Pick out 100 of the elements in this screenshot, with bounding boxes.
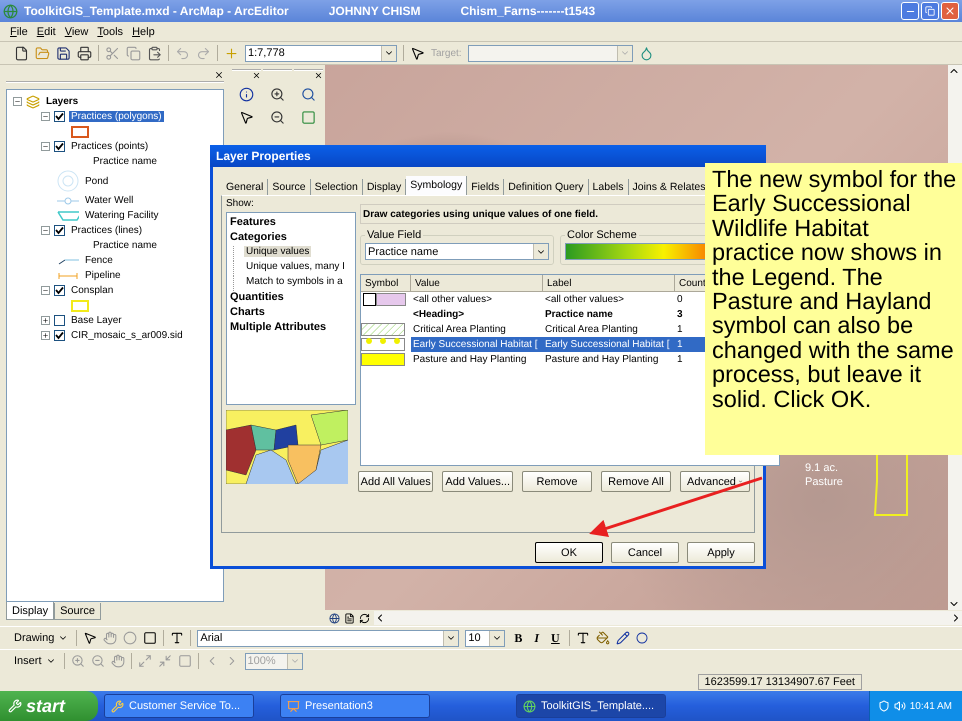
font-color-icon[interactable] [576, 631, 590, 645]
dialog-button[interactable]: Apply [687, 542, 755, 563]
close-button[interactable] [941, 2, 959, 20]
layer-item[interactable]: Practices (lines) [69, 225, 144, 236]
table-cell-text: <all other values> [544, 293, 625, 307]
shield-icon[interactable] [878, 700, 890, 712]
rectangle-icon[interactable] [143, 631, 158, 645]
taskbar-button[interactable]: Customer Service To... [104, 694, 254, 718]
tab[interactable]: Display [6, 602, 54, 620]
collapse-icon[interactable] [41, 142, 50, 151]
checkbox[interactable] [54, 111, 65, 122]
tab[interactable]: Fields [467, 179, 504, 195]
volume-icon[interactable] [894, 700, 906, 712]
globe-icon[interactable] [329, 612, 340, 624]
list-item[interactable]: Unique values [244, 246, 312, 257]
font-size-field[interactable]: 10 [465, 630, 506, 646]
tree-item[interactable]: Layers [44, 96, 80, 107]
action-button[interactable]: Add All Values [358, 471, 434, 492]
font-field[interactable]: Arial [197, 630, 460, 646]
collapse-icon[interactable] [41, 112, 50, 121]
tab[interactable]: General [222, 179, 268, 195]
action-button[interactable]: Advanced [680, 471, 750, 492]
format-button[interactable]: I [531, 630, 542, 646]
page-icon[interactable] [344, 612, 355, 624]
collapse-icon[interactable] [41, 286, 50, 295]
app-icon [111, 700, 124, 712]
minimize-button[interactable] [901, 2, 919, 20]
save-icon[interactable] [56, 46, 71, 60]
fill-color-icon[interactable] [596, 631, 610, 645]
target-field[interactable] [468, 44, 633, 62]
tab[interactable]: Source [54, 603, 101, 620]
new-file-icon[interactable] [14, 46, 29, 60]
list-item[interactable]: Categories [228, 231, 289, 243]
layer-item[interactable]: Practices (points) [69, 141, 150, 152]
info-icon[interactable] [239, 87, 254, 102]
menu-item[interactable]: Help [132, 26, 155, 38]
refresh-icon[interactable] [359, 612, 370, 624]
column-header[interactable]: Value [411, 275, 543, 292]
close-icon[interactable] [214, 70, 224, 80]
checkbox[interactable] [54, 315, 65, 326]
column-header[interactable]: Label [543, 275, 675, 292]
restore-button[interactable] [921, 2, 939, 20]
list-item[interactable]: Multiple Attributes [228, 321, 328, 333]
list-item[interactable]: Charts [228, 306, 267, 318]
drawing-menu[interactable]: Drawing [12, 632, 70, 644]
list-item[interactable]: Unique values, many I [244, 261, 347, 272]
tab[interactable]: Symbology [406, 176, 468, 195]
scale-field[interactable]: 1:7,778 [245, 44, 397, 62]
collapse-icon[interactable] [41, 226, 50, 235]
zoom-out-icon[interactable] [270, 110, 285, 125]
tab[interactable]: Definition Query [504, 179, 589, 195]
dialog-button[interactable]: Cancel [611, 542, 679, 563]
layer-item[interactable]: Practices (polygons) [69, 111, 164, 122]
collapse-icon[interactable] [13, 97, 22, 106]
action-button[interactable]: Remove All [601, 471, 671, 492]
line-color-icon[interactable] [616, 631, 630, 645]
droplet-icon[interactable] [638, 46, 654, 60]
taskbar-button[interactable]: ToolkitGIS_Template.... [516, 694, 666, 718]
pointer-icon[interactable] [239, 110, 254, 125]
taskbar-button[interactable]: Presentation3 [280, 694, 430, 718]
menu-item[interactable]: View [64, 26, 88, 38]
menu-item[interactable]: Edit [36, 26, 56, 38]
tab[interactable]: Source [268, 179, 311, 195]
menu-item[interactable]: Tools [97, 26, 124, 38]
expand-icon[interactable] [41, 316, 50, 325]
printer-icon[interactable] [77, 46, 92, 60]
action-button[interactable]: Add Values... [442, 471, 513, 492]
checkbox[interactable] [54, 330, 65, 341]
tab[interactable]: Selection [310, 179, 363, 195]
marker-color-icon[interactable] [636, 632, 648, 644]
close-icon[interactable] [252, 71, 261, 80]
insert-menu[interactable]: Insert [12, 655, 58, 667]
slides-icon [287, 700, 300, 712]
pointer-icon[interactable] [83, 631, 98, 645]
checkbox[interactable] [54, 285, 65, 296]
paste-icon[interactable] [147, 46, 162, 60]
column-header[interactable]: Symbol [361, 275, 411, 292]
text-icon[interactable] [170, 631, 184, 645]
tab[interactable]: Labels [588, 179, 628, 195]
layer-item[interactable]: CIR_mosaic_s_ar009.sid [69, 330, 185, 341]
layer-item[interactable]: Base Layer [69, 315, 124, 326]
checkbox[interactable] [54, 225, 65, 236]
format-button[interactable]: B [511, 630, 526, 646]
checkbox[interactable] [54, 141, 65, 152]
map-label: Pasture [805, 476, 843, 488]
close-icon[interactable] [314, 71, 323, 80]
action-button[interactable]: Remove [522, 471, 592, 492]
search-icon[interactable] [301, 87, 316, 102]
expand-icon[interactable] [41, 331, 50, 340]
dashed-line-symbol-icon [57, 272, 79, 280]
zoom-in-icon[interactable] [270, 87, 285, 102]
list-item[interactable]: Match to symbols in a [244, 276, 345, 287]
dialog-button[interactable]: OK [535, 542, 603, 563]
menu-item[interactable]: File [10, 26, 28, 38]
list-item[interactable]: Features [228, 216, 278, 228]
list-item[interactable]: Quantities [228, 291, 286, 303]
format-button[interactable]: U [548, 630, 563, 646]
value-field-dropdown[interactable]: Practice name [365, 243, 549, 260]
layer-item[interactable]: Consplan [69, 285, 116, 296]
clock: 10:41 AM [910, 700, 952, 712]
